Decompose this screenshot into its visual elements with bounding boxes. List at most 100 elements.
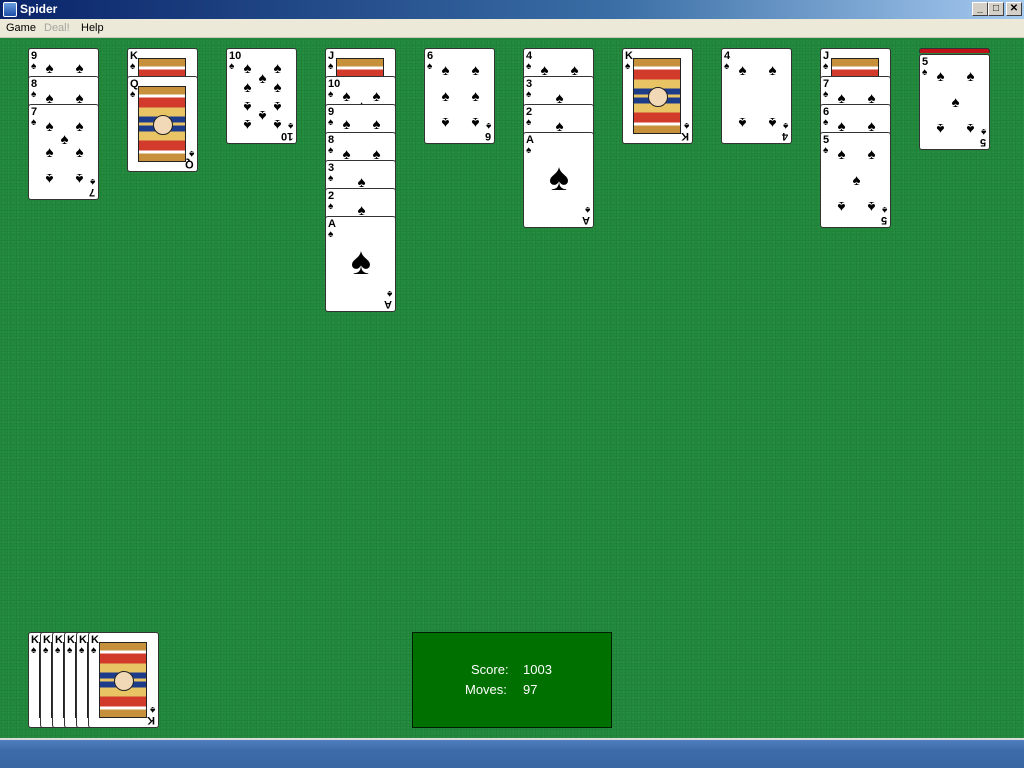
card-king-of-spades[interactable]: K♠K♠ bbox=[622, 48, 693, 144]
spade-icon: ♠ bbox=[79, 645, 85, 656]
spade-icon: ♠ bbox=[287, 120, 293, 131]
spade-icon: ♠ bbox=[823, 89, 829, 100]
spade-icon: ♠ bbox=[328, 173, 334, 184]
card-10-of-spades[interactable]: 10♠10♠♠♠♠♠♠♠♠♠♠♠ bbox=[226, 48, 297, 144]
spade-icon: ♠ bbox=[75, 118, 84, 135]
queen-portrait-icon bbox=[138, 86, 186, 162]
king-portrait-icon bbox=[99, 642, 147, 718]
spade-icon: ♠ bbox=[548, 157, 570, 199]
spade-icon: ♠ bbox=[768, 62, 777, 79]
spade-icon: ♠ bbox=[43, 645, 49, 656]
minimize-button[interactable]: _ bbox=[972, 2, 988, 16]
spade-icon: ♠ bbox=[966, 120, 975, 137]
spade-icon: ♠ bbox=[386, 288, 392, 299]
spade-icon: ♠ bbox=[867, 146, 876, 163]
spade-icon: ♠ bbox=[823, 117, 829, 128]
card-7-of-spades[interactable]: 7♠7♠♠♠♠♠♠♠♠ bbox=[28, 104, 99, 200]
spade-icon: ♠ bbox=[75, 60, 84, 77]
spade-icon: ♠ bbox=[75, 170, 84, 187]
spade-icon: ♠ bbox=[31, 645, 37, 656]
card-4-of-spades[interactable]: 4♠4♠♠♠♠♠ bbox=[721, 48, 792, 144]
spade-icon: ♠ bbox=[441, 88, 450, 105]
spade-icon: ♠ bbox=[243, 116, 252, 133]
card-rank-corner: Q bbox=[185, 158, 194, 170]
score-value: 1003 bbox=[523, 662, 552, 677]
spade-icon: ♠ bbox=[936, 120, 945, 137]
spade-icon: ♠ bbox=[837, 146, 846, 163]
spade-icon: ♠ bbox=[258, 107, 267, 124]
spade-icon: ♠ bbox=[188, 148, 194, 159]
spade-icon: ♠ bbox=[823, 145, 829, 156]
spade-icon: ♠ bbox=[258, 70, 267, 87]
spade-icon: ♠ bbox=[951, 94, 960, 111]
card-rank-corner: K bbox=[681, 130, 689, 142]
maximize-button[interactable]: □ bbox=[988, 2, 1004, 16]
title-bar[interactable]: Spider _ □ ✕ bbox=[0, 0, 1024, 19]
spade-icon: ♠ bbox=[922, 67, 928, 78]
spade-icon: ♠ bbox=[273, 60, 282, 77]
card-queen-of-spades[interactable]: Q ♠ Q ♠ bbox=[127, 76, 198, 172]
spade-icon: ♠ bbox=[584, 204, 590, 215]
card-rank-corner: 6 bbox=[484, 130, 491, 142]
card-ace-of-spades[interactable]: A ♠ A ♠ ♠ bbox=[523, 132, 594, 228]
card-rank-corner: 4 bbox=[781, 130, 788, 142]
card-rank-corner: 5 bbox=[880, 214, 887, 226]
spade-icon: ♠ bbox=[89, 176, 95, 187]
menu-game[interactable]: Game bbox=[6, 22, 36, 35]
spade-icon: ♠ bbox=[243, 79, 252, 96]
spade-icon: ♠ bbox=[328, 201, 334, 212]
spade-icon: ♠ bbox=[273, 79, 282, 96]
spade-icon: ♠ bbox=[852, 172, 861, 189]
spade-icon: ♠ bbox=[526, 61, 532, 72]
card-table: Score: 1003 Moves: 97 9♠9♠♠♠♠♠♠♠♠♠♠8♠8♠♠… bbox=[0, 38, 1024, 738]
spade-icon: ♠ bbox=[67, 645, 73, 656]
card-rank-corner: 7 bbox=[88, 186, 95, 198]
spade-icon: ♠ bbox=[149, 704, 155, 715]
spade-icon: ♠ bbox=[526, 145, 532, 156]
spade-icon: ♠ bbox=[485, 120, 491, 131]
spade-icon: ♠ bbox=[273, 98, 282, 115]
completed-stack-king[interactable]: K♠K♠ bbox=[88, 632, 159, 728]
moves-value: 97 bbox=[523, 682, 538, 697]
spade-icon: ♠ bbox=[328, 229, 334, 240]
spade-icon: ♠ bbox=[980, 126, 986, 137]
spade-icon: ♠ bbox=[91, 645, 97, 656]
spider-app-icon bbox=[3, 2, 17, 17]
spade-icon: ♠ bbox=[471, 62, 480, 79]
spade-icon: ♠ bbox=[31, 117, 37, 128]
spade-icon: ♠ bbox=[55, 645, 61, 656]
spade-icon: ♠ bbox=[738, 62, 747, 79]
moves-label: Moves: bbox=[465, 682, 507, 697]
taskbar bbox=[0, 738, 1024, 768]
card-rank-corner: A bbox=[384, 298, 392, 310]
spade-icon: ♠ bbox=[526, 89, 532, 100]
spade-icon: ♠ bbox=[471, 88, 480, 105]
spade-icon: ♠ bbox=[625, 61, 631, 72]
spade-icon: ♠ bbox=[243, 60, 252, 77]
card-5-of-spades[interactable]: 5 ♠ 5 ♠ ♠ ♠ ♠ ♠ ♠ bbox=[919, 54, 990, 150]
spade-icon: ♠ bbox=[768, 114, 777, 131]
close-button[interactable]: ✕ bbox=[1006, 2, 1022, 16]
king-portrait-icon bbox=[633, 58, 681, 134]
card-ace-of-spades[interactable]: A ♠ A ♠ ♠ bbox=[325, 216, 396, 312]
spade-icon: ♠ bbox=[526, 117, 532, 128]
spade-icon: ♠ bbox=[328, 145, 334, 156]
spade-icon: ♠ bbox=[372, 88, 381, 105]
spade-icon: ♠ bbox=[738, 114, 747, 131]
card-6-of-spades[interactable]: 6♠6♠♠♠♠♠♠♠ bbox=[424, 48, 495, 144]
spade-icon: ♠ bbox=[683, 120, 689, 131]
spade-icon: ♠ bbox=[229, 61, 235, 72]
card-rank-corner: K bbox=[147, 714, 155, 726]
spade-icon: ♠ bbox=[342, 116, 351, 133]
spade-icon: ♠ bbox=[60, 131, 69, 148]
card-5-of-spades[interactable]: 5 ♠ 5 ♠ ♠ ♠ ♠ ♠ ♠ bbox=[820, 132, 891, 228]
spade-icon: ♠ bbox=[471, 114, 480, 131]
spade-icon: ♠ bbox=[130, 61, 136, 72]
spade-icon: ♠ bbox=[782, 120, 788, 131]
spade-icon: ♠ bbox=[75, 144, 84, 161]
spade-icon: ♠ bbox=[441, 114, 450, 131]
spade-icon: ♠ bbox=[273, 116, 282, 133]
menu-deal[interactable]: Deal! bbox=[44, 22, 70, 35]
face-down-card bbox=[919, 48, 990, 53]
menu-help[interactable]: Help bbox=[81, 22, 104, 35]
